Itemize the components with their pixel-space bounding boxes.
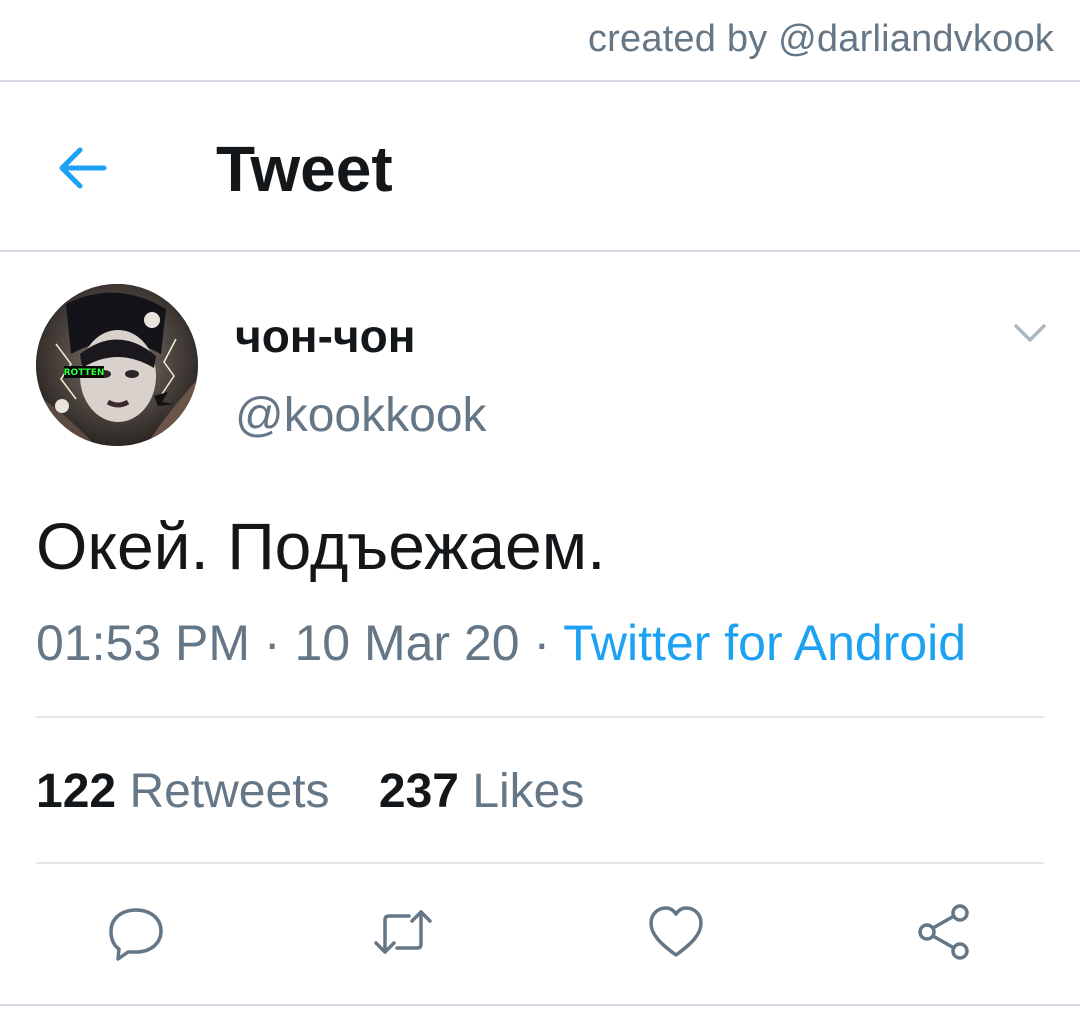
share-icon	[918, 904, 969, 960]
retweet-icon	[374, 910, 432, 954]
reply-button[interactable]	[104, 900, 168, 964]
arrow-left-icon	[59, 147, 107, 189]
bottom-divider	[0, 1004, 1080, 1006]
watermark-bar: created by @darliandvkook	[0, 0, 1080, 82]
tweet-detail-screen: created by @darliandvkook Tweet ROTTEN ч…	[0, 0, 1080, 1024]
like-button[interactable]	[644, 900, 708, 964]
tweet-stats: 122 Retweets 237 Likes	[36, 764, 584, 819]
meta-separator: ·	[519, 615, 564, 671]
tweet-date: 10 Mar 20	[294, 615, 520, 671]
meta-separator: ·	[250, 615, 295, 671]
heart-icon	[649, 906, 703, 957]
watermark-credit: created by @darliandvkook	[587, 18, 1054, 60]
author-display-name[interactable]: чон-чон	[235, 309, 416, 363]
tweet-text: Окей. Подъежаем.	[36, 509, 606, 583]
tweet-time: 01:53 PM	[36, 615, 251, 671]
page-title: Tweet	[216, 133, 393, 205]
top-app-bar: Tweet	[0, 82, 1080, 252]
share-button[interactable]	[912, 900, 976, 964]
tweet-source-link[interactable]: Twitter for Android	[563, 615, 966, 671]
chevron-down-icon	[1014, 324, 1046, 342]
retweets-label: Retweets	[129, 765, 330, 818]
avatar-image: ROTTEN	[36, 284, 198, 446]
divider	[36, 862, 1044, 864]
back-button[interactable]	[52, 138, 112, 198]
likes-label: Likes	[472, 765, 585, 818]
avatar-badge-text: ROTTEN	[64, 368, 105, 378]
avatar[interactable]: ROTTEN	[36, 284, 198, 446]
author-handle[interactable]: @kookkook	[235, 388, 487, 443]
tweet-meta: 01:53 PM · 10 Mar 20 · Twitter for Andro…	[36, 614, 966, 672]
reply-icon	[109, 908, 163, 961]
likes-count: 237	[378, 765, 459, 818]
divider	[36, 716, 1044, 718]
retweets-count: 122	[36, 765, 117, 818]
retweet-button[interactable]	[371, 900, 435, 964]
retweets-stat[interactable]: 122 Retweets	[36, 764, 330, 819]
likes-stat[interactable]: 237 Likes	[379, 764, 585, 819]
tweet-menu-button[interactable]	[1010, 312, 1050, 352]
